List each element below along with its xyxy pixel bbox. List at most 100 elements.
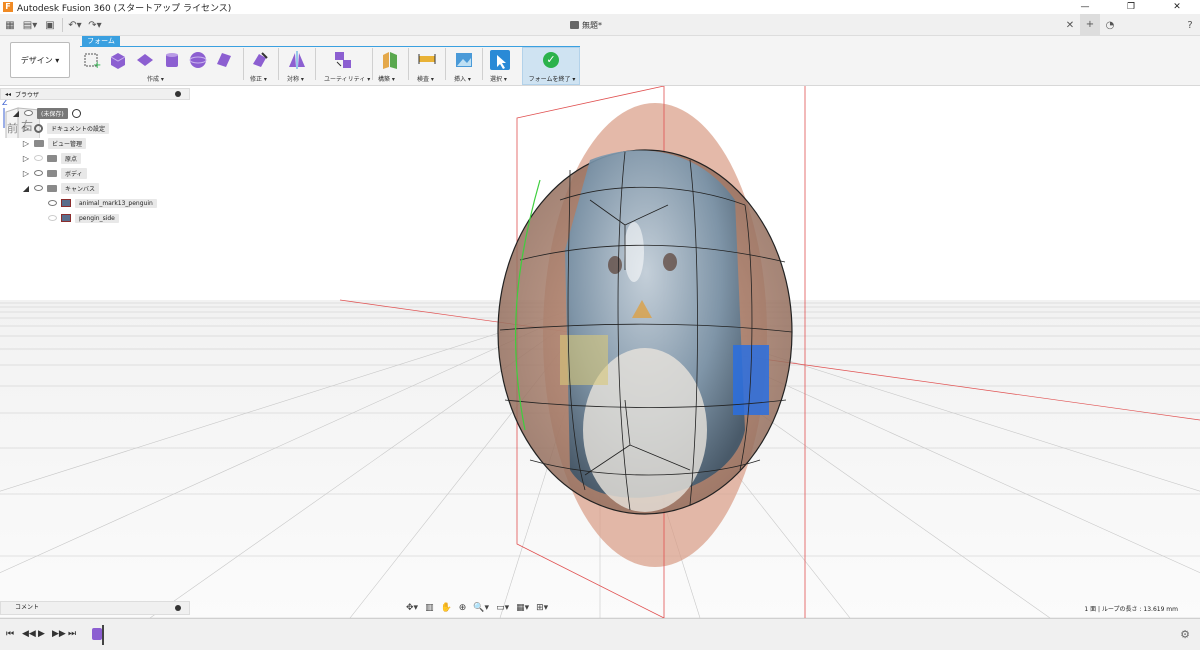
zoom-icon[interactable]: ⊕: [457, 603, 469, 613]
insert-image-icon[interactable]: [454, 50, 474, 70]
tree-item-canvas-penguin[interactable]: animal_mark13_penguin: [48, 197, 157, 209]
collapse-browser-icon[interactable]: ◂◂: [5, 91, 11, 98]
group-utility-label[interactable]: ユーティリティ ▾: [324, 74, 370, 83]
tspline-body[interactable]: [497, 149, 793, 515]
document-title: 無題*: [582, 20, 602, 30]
go-to-end-icon[interactable]: ⏭: [68, 629, 76, 639]
create-face-icon[interactable]: [214, 50, 234, 70]
timeline-form-feature-icon[interactable]: [92, 628, 102, 640]
expand-toggle-icon[interactable]: ▷: [22, 139, 30, 148]
folder-icon: [47, 169, 57, 177]
select-icon[interactable]: [490, 50, 510, 70]
browser-panel: ◂◂ ブラウザ: [0, 88, 190, 100]
workspace-switcher[interactable]: デザイン ▾: [10, 42, 70, 78]
comments-panel[interactable]: コメント: [0, 601, 190, 615]
grid-settings-icon[interactable]: ▦▾: [514, 603, 531, 613]
minimize-button[interactable]: —: [1062, 0, 1108, 14]
close-window-button[interactable]: ✕: [1154, 0, 1200, 14]
folder-icon: [47, 154, 57, 162]
utility-icon[interactable]: [333, 50, 353, 70]
modify-edit-form-icon[interactable]: [250, 50, 270, 70]
step-forward-icon[interactable]: ▶▶: [52, 629, 66, 639]
create-box-sketch-icon[interactable]: +: [82, 50, 102, 70]
canvas-image-icon: [61, 214, 71, 222]
window-controls: — ❐ ✕: [1062, 0, 1200, 14]
tree-item-bodies[interactable]: ▷ ボディ: [22, 167, 87, 179]
viewcube-front-face[interactable]: 前: [7, 121, 18, 135]
group-create-label[interactable]: 作成 ▾: [147, 74, 164, 83]
job-status-icon[interactable]: ◔: [1100, 20, 1120, 31]
visibility-eye-icon[interactable]: [34, 170, 43, 176]
create-cylinder-icon[interactable]: [162, 50, 182, 70]
create-box-icon[interactable]: [108, 50, 128, 70]
undo-icon[interactable]: ↶▾: [65, 14, 85, 36]
expand-toggle-icon[interactable]: ▷: [22, 124, 30, 133]
navigation-bar: ✥▾ ▥ ✋ ⊕ 🔍▾ ▭▾ ▦▾ ⊞▾: [404, 601, 550, 615]
fit-zoom-icon[interactable]: 🔍▾: [471, 603, 491, 613]
group-construct-label[interactable]: 構築 ▾: [378, 74, 395, 83]
step-back-icon[interactable]: ◀◀: [22, 629, 36, 639]
symmetry-icon[interactable]: [287, 50, 307, 70]
pan-hand-icon[interactable]: ✋: [439, 603, 454, 613]
tree-item-canvas-side[interactable]: pengin_side: [48, 212, 119, 224]
visibility-eye-icon[interactable]: [34, 155, 43, 161]
save-icon[interactable]: ▣: [40, 14, 60, 36]
expand-toggle-icon[interactable]: ▷: [22, 154, 30, 163]
data-panel-grid-icon[interactable]: ▦: [0, 14, 20, 36]
active-component-radio-icon[interactable]: [71, 108, 81, 118]
root-component-label: (未保存): [37, 107, 68, 119]
file-menu-icon[interactable]: ▤▾: [20, 14, 40, 36]
timeline-marker-handle[interactable]: [102, 625, 104, 645]
close-tab-icon[interactable]: ✕: [1060, 20, 1080, 31]
ribbon: デザイン ▾ フォーム + 作成 ▾ 修正 ▾ 対称 ▾ ユーティリティ ▾ 構…: [0, 36, 1200, 86]
group-select-label[interactable]: 選択 ▾: [490, 74, 507, 83]
expand-toggle-icon[interactable]: ◢: [22, 184, 30, 193]
tree-item-document-settings[interactable]: ▷ ドキュメントの設定: [22, 122, 110, 134]
tree-root[interactable]: ◢ (未保存): [12, 107, 81, 119]
expand-toggle-icon[interactable]: ▷: [22, 169, 30, 178]
maximize-button[interactable]: ❐: [1108, 0, 1154, 14]
gear-icon: [34, 123, 43, 133]
comments-label: コメント: [15, 604, 40, 611]
folder-icon: [34, 139, 44, 147]
document-cube-icon: [570, 21, 579, 29]
display-settings-icon[interactable]: ▭▾: [494, 603, 511, 613]
finish-form-button[interactable]: ✓ フォームを終了 ▾: [522, 47, 580, 85]
play-icon[interactable]: ▶: [38, 629, 45, 639]
help-icon[interactable]: ?: [1180, 20, 1200, 31]
checkmark-icon: ✓: [543, 52, 559, 68]
visibility-eye-icon[interactable]: [24, 110, 33, 116]
window-title: Autodesk Fusion 360 (スタートアップ ライセンス): [17, 3, 232, 14]
create-sphere-icon[interactable]: [188, 50, 208, 70]
group-modify-label[interactable]: 修正 ▾: [250, 74, 267, 83]
group-insert-label[interactable]: 挿入 ▾: [454, 74, 471, 83]
look-at-icon[interactable]: ▥: [423, 603, 436, 613]
browser-header[interactable]: ◂◂ ブラウザ: [0, 88, 190, 100]
visibility-eye-icon[interactable]: [34, 185, 43, 191]
create-plane-icon[interactable]: [135, 50, 155, 70]
visibility-eye-icon[interactable]: [48, 200, 57, 206]
visibility-eye-icon[interactable]: [48, 215, 57, 221]
viewports-icon[interactable]: ⊞▾: [534, 603, 550, 613]
orbit-icon[interactable]: ✥▾: [404, 603, 420, 613]
3d-viewport[interactable]: Z 前 右: [0, 86, 1200, 618]
quick-access-bar: ▦ ▤▾ ▣ ↶▾ ↷▾ 無題* ✕ + ◔ ?: [0, 14, 1200, 36]
new-tab-icon[interactable]: +: [1080, 14, 1100, 36]
timeline-settings-gear-icon[interactable]: ⚙: [1180, 628, 1190, 641]
tree-item-named-views[interactable]: ▷ ビュー管理: [22, 137, 87, 149]
browser-pin-icon[interactable]: [175, 91, 181, 97]
comments-pin-icon[interactable]: [175, 605, 181, 611]
expand-toggle-icon[interactable]: ◢: [12, 109, 20, 118]
tree-item-origin[interactable]: ▷ 原点: [22, 152, 82, 164]
group-symmetry-label[interactable]: 対称 ▾: [287, 74, 304, 83]
folder-icon: [47, 184, 57, 192]
tab-form[interactable]: フォーム: [82, 36, 120, 46]
construct-plane-icon[interactable]: [380, 50, 400, 70]
go-to-start-icon[interactable]: ⏮: [6, 629, 14, 639]
group-inspect-label[interactable]: 検査 ▾: [417, 74, 434, 83]
document-tab[interactable]: 無題*: [570, 17, 602, 33]
redo-icon[interactable]: ↷▾: [85, 14, 105, 36]
tree-item-canvases[interactable]: ◢ キャンバス: [22, 182, 100, 194]
inspect-measure-icon[interactable]: [417, 50, 437, 70]
fusion-logo-icon: F: [3, 2, 13, 12]
